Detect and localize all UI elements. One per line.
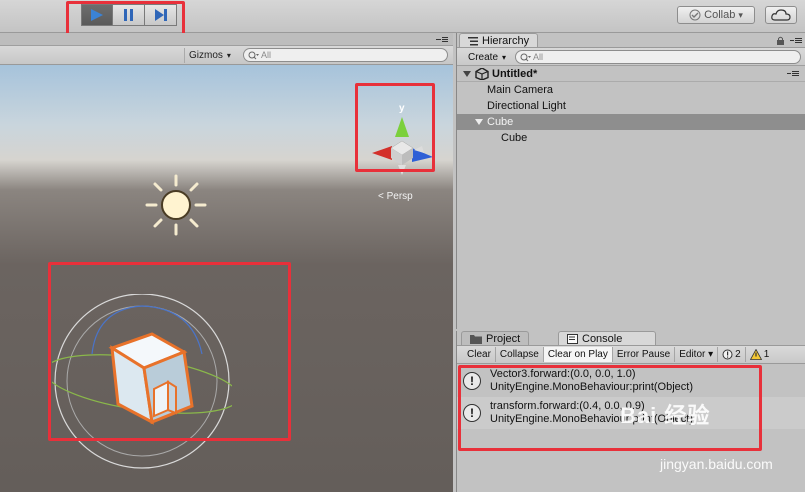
hierarchy-search-placeholder: All [533,52,544,62]
clear-on-play-button[interactable]: Clear on Play [543,347,613,362]
error-pause-button[interactable]: Error Pause [613,347,676,362]
play-button[interactable] [81,4,113,26]
clear-button[interactable]: Clear [463,347,496,362]
expand-arrow-icon[interactable] [463,70,471,77]
persp-label[interactable]: < Persp [378,191,413,202]
step-button[interactable] [145,4,177,26]
editor-dropdown[interactable]: Editor ▾ [675,347,719,362]
scene-search-placeholder: All [261,50,272,60]
log-message: Vector3.forward:(0.0, 0.0, 1.0) [490,368,636,380]
hierarchy-tab-label: Hierarchy [482,35,530,47]
gizmos-dropdown[interactable]: Gizmos ▾ [184,48,235,63]
scene-toolbar: Gizmos ▾ All [0,46,453,65]
scene-search-input[interactable]: All [243,48,448,62]
baidu-watermark: Bai 经验 [620,403,711,428]
hierarchy-item-cube-child[interactable]: Cube [457,130,805,146]
console-icon [567,334,578,344]
expand-arrow-icon[interactable] [475,119,483,125]
log-count: 2 [735,349,741,360]
lock-icon[interactable] [775,36,805,46]
scene-panel: Gizmos ▾ All y < Persp [0,33,453,492]
hierarchy-item-label: Cube [501,132,528,144]
collapse-button[interactable]: Collapse [496,347,544,362]
gizmos-caret-icon: ▾ [226,51,231,60]
scene-viewport[interactable]: y < Persp [0,65,453,492]
tab-console[interactable]: Console [558,331,656,346]
playmode-controls [81,4,177,26]
log-stacktrace: UnityEngine.MonoBehaviour:print(Object) [490,381,693,393]
log-count-toggle[interactable]: 2 [718,347,746,362]
hierarchy-search-input[interactable]: All [515,50,801,64]
tab-project[interactable]: Project [461,331,530,346]
pause-icon [123,9,133,21]
sun-icon[interactable] [141,170,211,240]
hierarchy-item-label: Main Camera [487,84,554,96]
create-label: Create [468,51,499,63]
log-info-icon: ! [463,372,481,390]
create-dropdown[interactable]: Create ▾ [465,50,509,64]
folder-icon [470,335,482,344]
log-entry[interactable]: ! Vector3.forward:(0.0, 0.0, 1.0) UnityE… [457,365,805,397]
step-icon [154,9,167,21]
pause-button[interactable] [113,4,145,26]
scene-menu-icon[interactable] [787,69,801,79]
gizmos-label: Gizmos [189,50,223,61]
gizmo-y-label: y [399,103,405,114]
scene-tab-strip [0,33,453,46]
baidu-watermark-url: jingyan.baidu.com [660,456,773,472]
scene-root-row[interactable]: Untitled* [457,66,805,82]
orientation-gizmo-icon[interactable] [362,101,438,191]
hierarchy-toolbar: Create ▾ All [457,48,805,66]
hierarchy-item-label: Directional Light [487,100,566,112]
console-tab-label: Console [582,333,623,345]
search-icon [520,53,531,61]
panel-menu-icon[interactable] [436,36,450,44]
collab-button[interactable]: Collab ▾ [677,6,755,24]
collab-label: Collab [704,9,736,21]
info-icon [722,349,733,360]
warning-count: 1 [763,349,770,360]
hierarchy-item-directional-light[interactable]: Directional Light [457,98,805,114]
log-info-icon: ! [463,404,481,422]
rotation-gizmo-icon[interactable] [52,294,232,474]
scene-name: Untitled* [492,67,538,80]
hierarchy-item-label: Cube [487,116,514,128]
collab-caret-icon: ▾ [738,9,743,20]
play-icon [91,9,103,21]
search-icon [248,51,259,59]
hierarchy-list-icon [468,37,478,46]
cloud-icon [771,9,791,21]
tab-hierarchy[interactable]: Hierarchy [459,33,539,48]
create-caret-icon: ▾ [502,52,507,62]
warning-icon [749,349,762,360]
hierarchy-item-main-camera[interactable]: Main Camera [457,82,805,98]
warning-count-toggle[interactable]: 1 [746,347,774,362]
main-toolbar: Collab ▾ [0,0,805,38]
console-toolbar: Clear Collapse Clear on Play Error Pause… [457,346,805,364]
hierarchy-panel: Hierarchy Create ▾ All Untitled* Main Ca… [456,33,805,329]
cloud-button[interactable] [765,6,797,24]
unity-scene-icon [475,67,489,80]
check-icon [689,9,701,21]
project-tab-label: Project [486,333,521,345]
hierarchy-item-cube-parent[interactable]: Cube [457,114,805,130]
